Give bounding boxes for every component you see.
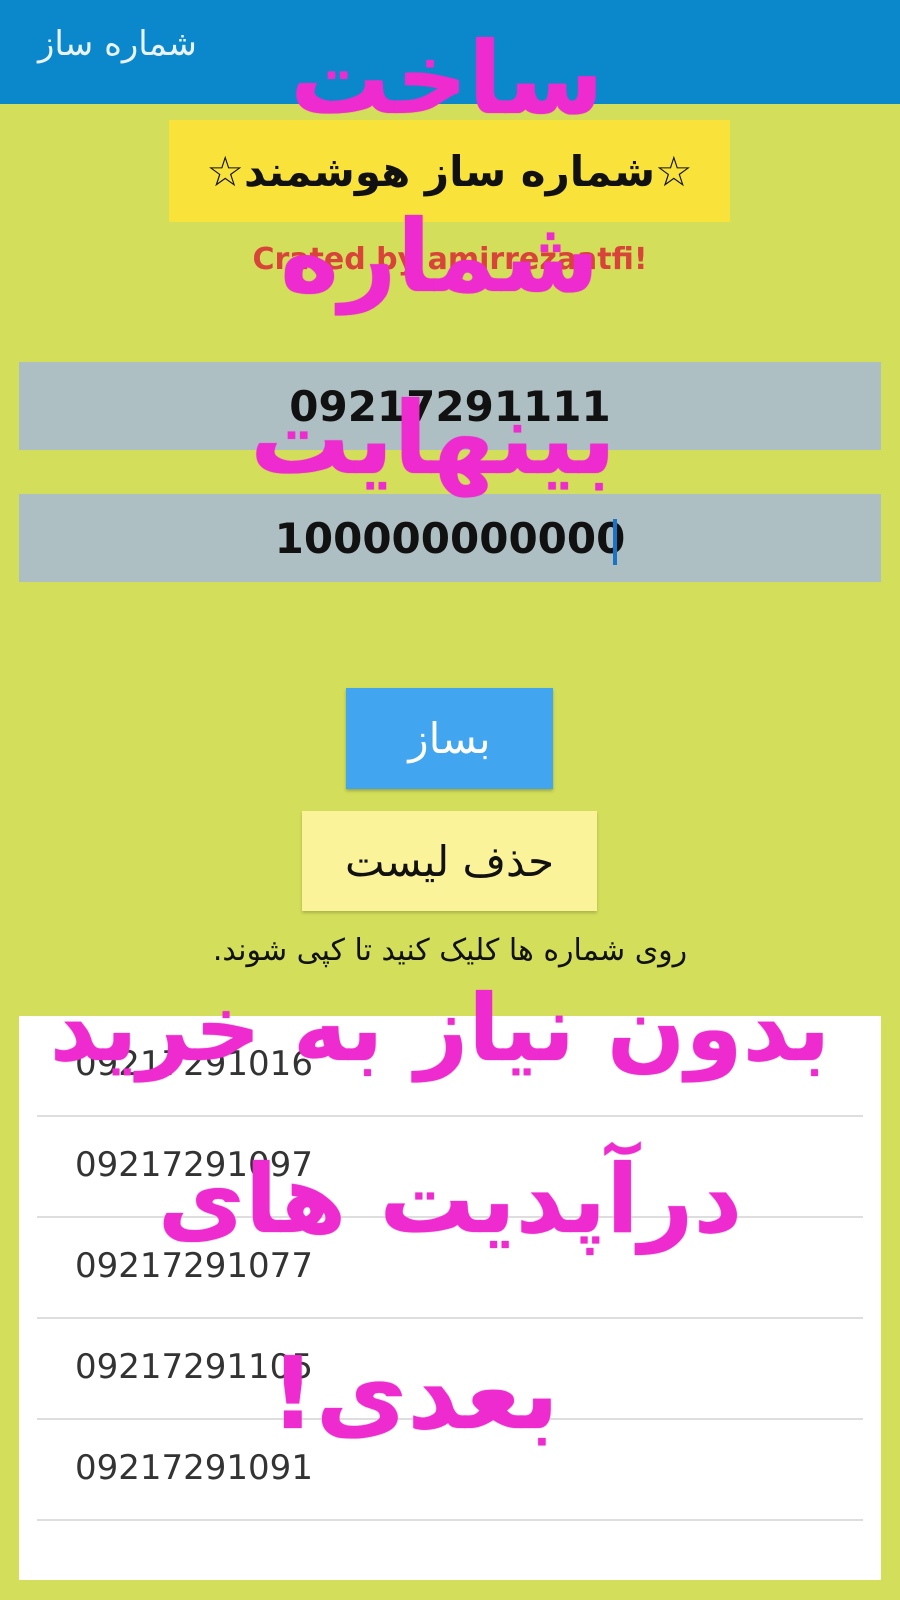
list-item-number: 09217291097	[75, 1145, 313, 1185]
list-item-number: 09217291091	[75, 1448, 313, 1488]
list-item[interactable]: 09217291016	[37, 1016, 863, 1117]
copy-hint: روی شماره ها کلیک کنید تا کپی شوند.	[212, 933, 688, 968]
build-button[interactable]: بساز	[346, 688, 553, 789]
list-item-number: 09217291077	[75, 1246, 313, 1286]
app-bar: شماره ساز	[0, 0, 900, 104]
clear-list-button[interactable]: حذف لیست	[302, 811, 597, 911]
app-title: شماره ساز	[38, 24, 197, 64]
list-item-number: 09217291016	[75, 1044, 313, 1084]
number-list: 09217291016 09217291097 09217291077 0921…	[19, 1016, 881, 1580]
headline-text: ☆شماره ساز هوشمند☆	[206, 146, 693, 196]
list-item[interactable]: 09217291077	[37, 1218, 863, 1319]
list-item[interactable]: 09217291105	[37, 1319, 863, 1420]
headline-banner: ☆شماره ساز هوشمند☆	[169, 120, 730, 222]
list-item[interactable]: 09217291097	[37, 1117, 863, 1218]
list-item-number: 09217291105	[75, 1347, 313, 1387]
base-number-input[interactable]	[19, 362, 881, 450]
count-input[interactable]	[19, 494, 881, 582]
list-item[interactable]: 09217291091	[37, 1420, 863, 1521]
text-cursor	[613, 519, 617, 565]
credit-text: Crated by amirrezaatfi!	[252, 242, 648, 277]
